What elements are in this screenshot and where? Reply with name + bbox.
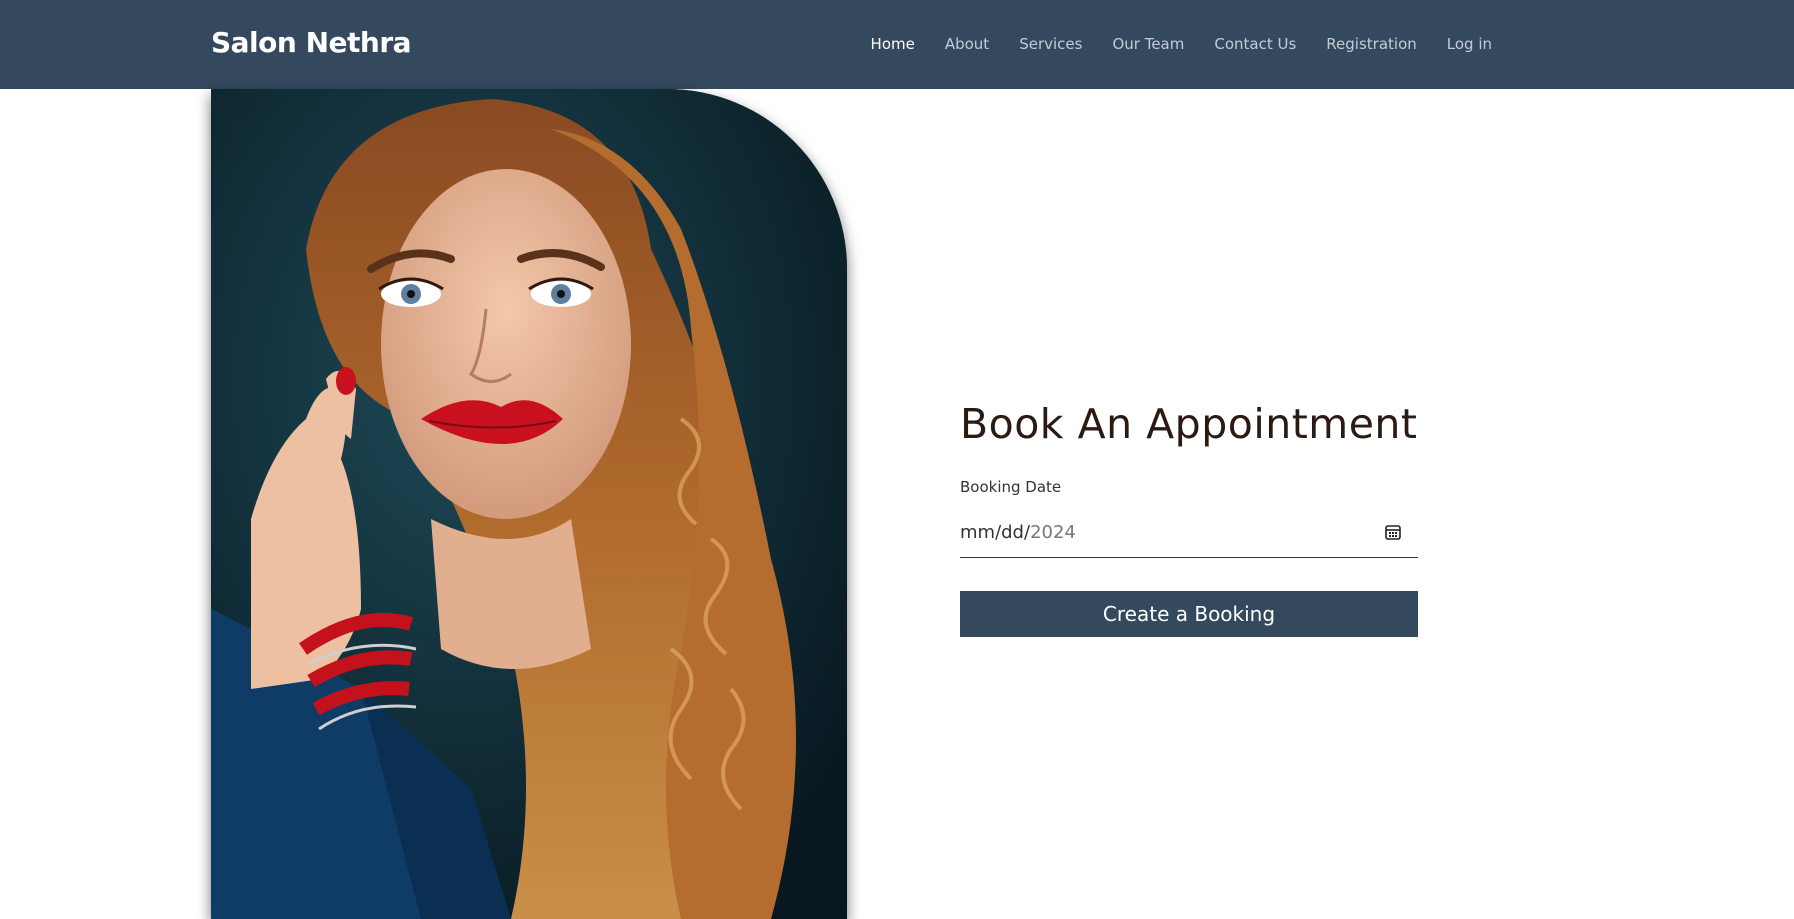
date-value: mm/dd/2024: [960, 522, 1076, 543]
nav-services[interactable]: Services: [1004, 0, 1097, 89]
nav-home[interactable]: Home: [856, 0, 930, 89]
booking-title: Book An Appointment: [960, 400, 1418, 448]
nav-contact-us[interactable]: Contact Us: [1199, 0, 1311, 89]
date-placeholder-prefix: mm/dd/: [960, 522, 1031, 543]
navbar: Salon Nethra Home About Services Our Tea…: [0, 0, 1794, 89]
nav-about[interactable]: About: [930, 0, 1004, 89]
brand-logo[interactable]: Salon Nethra: [211, 26, 412, 59]
booking-date-input[interactable]: mm/dd/2024: [960, 508, 1418, 558]
create-booking-button[interactable]: Create a Booking: [960, 591, 1418, 637]
nav-log-in[interactable]: Log in: [1432, 0, 1507, 89]
booking-date-label: Booking Date: [960, 478, 1062, 496]
nav-menu: Home About Services Our Team Contact Us …: [856, 0, 1507, 89]
date-year: 2024: [1030, 522, 1076, 543]
hero-image: [211, 89, 847, 919]
nav-registration[interactable]: Registration: [1311, 0, 1431, 89]
calendar-icon[interactable]: [1384, 523, 1402, 541]
nav-our-team[interactable]: Our Team: [1097, 0, 1199, 89]
booking-form: Book An Appointment Booking Date mm/dd/2…: [960, 400, 1418, 637]
hero-portrait-illustration: [211, 89, 847, 919]
